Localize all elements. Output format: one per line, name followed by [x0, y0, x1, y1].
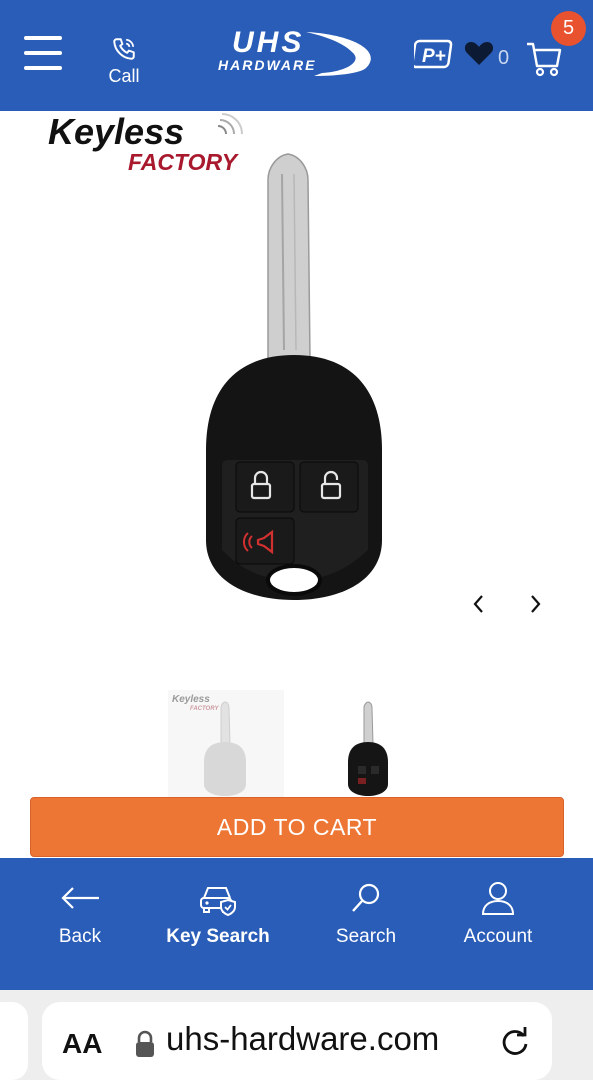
- nav-key-search-label: Key Search: [166, 926, 270, 947]
- search-icon: [352, 883, 380, 912]
- lock-icon: [136, 1030, 154, 1057]
- product-image-key-fob[interactable]: [196, 150, 392, 610]
- add-to-cart-button[interactable]: ADD TO CART: [30, 797, 564, 857]
- nav-search-label: Search: [335, 926, 397, 947]
- cart-count-badge: 5: [551, 11, 586, 46]
- nav-account-label: Account: [463, 926, 533, 947]
- chevron-right-icon[interactable]: [523, 590, 547, 618]
- nav-search[interactable]: Search: [296, 880, 436, 948]
- browser-address-bar: AA uhs-hardware.com: [0, 990, 593, 1080]
- uhs-hardware-logo[interactable]: UHS HARDWARE: [214, 24, 382, 84]
- nav-back[interactable]: Back: [10, 880, 150, 948]
- call-button[interactable]: Call: [104, 36, 144, 87]
- call-label: Call: [108, 66, 140, 86]
- previous-tab[interactable]: [0, 1002, 28, 1080]
- pplus-icon[interactable]: P+: [414, 38, 454, 70]
- cart-icon[interactable]: [526, 40, 562, 78]
- reload-icon[interactable]: [498, 1024, 532, 1058]
- wishlist-count: 0: [498, 47, 510, 69]
- thumb-brand-line2: FACTORY: [190, 706, 219, 712]
- heart-icon[interactable]: [464, 40, 494, 66]
- pplus-label: P+: [422, 46, 446, 67]
- car-shield-icon: [200, 887, 236, 916]
- nav-back-label: Back: [58, 926, 102, 947]
- user-icon: [481, 882, 515, 915]
- thumbnail-1[interactable]: Keyless FACTORY: [168, 690, 284, 800]
- menu-icon[interactable]: [24, 36, 62, 72]
- bottom-navigation: Back Key Search Search Account: [0, 858, 593, 990]
- phone-icon: [113, 38, 135, 60]
- url-field[interactable]: AA uhs-hardware.com: [42, 1002, 552, 1080]
- thumb-brand-line1: Keyless: [172, 694, 210, 705]
- arrow-left-icon: [61, 887, 99, 909]
- nav-account[interactable]: Account: [428, 880, 568, 948]
- thumbnail-2[interactable]: [310, 690, 426, 800]
- site-header: Call UHS HARDWARE P+ 0 5: [0, 0, 593, 111]
- nav-key-search[interactable]: Key Search: [148, 880, 288, 948]
- text-size-button[interactable]: AA: [62, 1028, 102, 1060]
- chevron-left-icon[interactable]: [467, 590, 491, 618]
- url-text: uhs-hardware.com: [166, 1020, 440, 1057]
- brand-line1: Keyless: [48, 112, 184, 152]
- logo-line1: UHS: [232, 26, 304, 59]
- logo-line2: HARDWARE: [218, 57, 316, 73]
